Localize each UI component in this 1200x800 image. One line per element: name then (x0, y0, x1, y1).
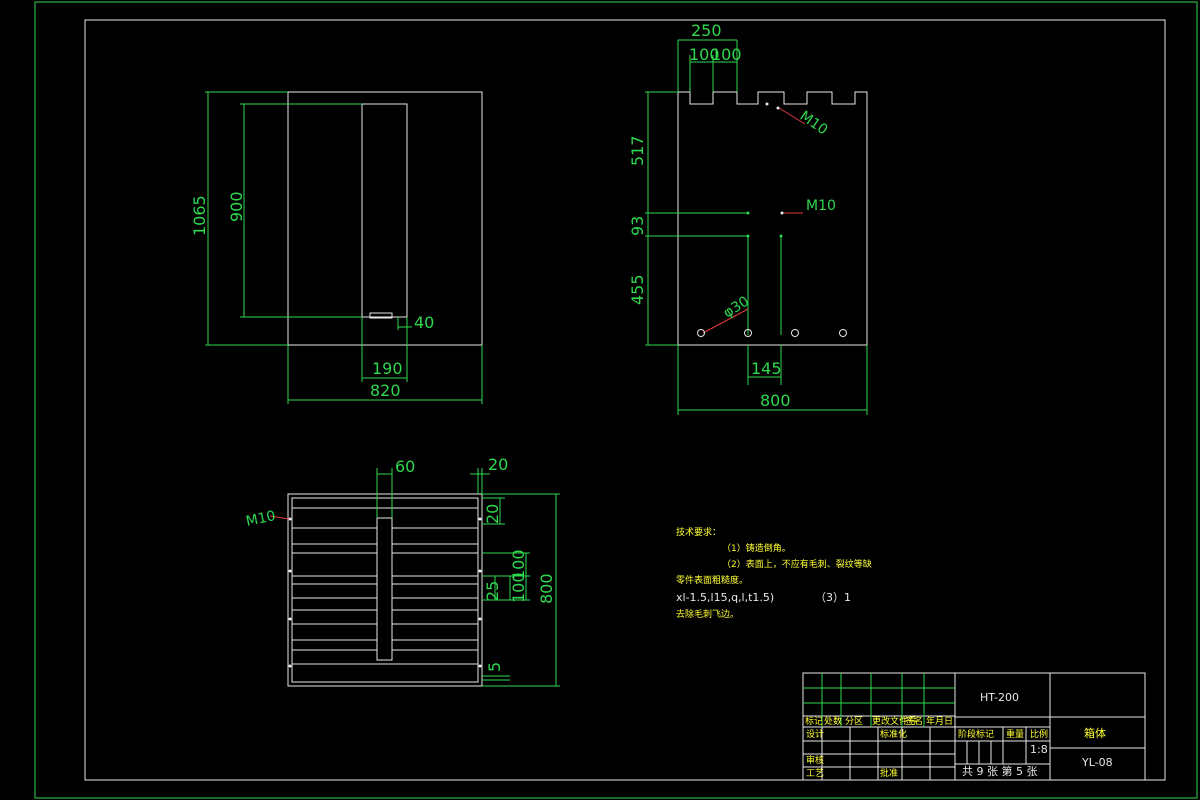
side-dim-width: 800 (760, 391, 791, 410)
side-view: 250 100 100 517 93 455 145 800 M10 M10 φ… (628, 21, 868, 415)
tb-material: HT-200 (980, 691, 1019, 704)
hole-4 (839, 329, 847, 337)
notes-line1: （1）铸造倒角。 (722, 542, 791, 554)
notes-line3: 零件表面粗糙度。 (676, 574, 748, 586)
tb-role-approve: 批准 (880, 767, 898, 779)
side-view-outline (677, 91, 868, 346)
front-dim-gap: 40 (414, 313, 434, 332)
tb-part-name: 箱体 (1084, 726, 1106, 740)
front-view: 1065 900 40 190 820 (190, 91, 483, 404)
cad-drawing: 1065 900 40 190 820 250 100 100 517 93 4… (34, 1, 1198, 799)
top-dim-c: 25 (483, 581, 502, 601)
notes-heading: 技术要求： (676, 526, 721, 538)
side-label-hole: φ30 (721, 293, 752, 321)
side-dim-upper: 517 (628, 135, 647, 166)
inner-frame (84, 19, 1166, 781)
tb-stage-label: 阶段标记 (958, 728, 994, 740)
tb-drawing-no: YL-08 (1081, 756, 1113, 769)
front-dim-slot: 190 (372, 359, 403, 378)
top-dim-bar: 60 (395, 457, 415, 476)
side-dim-top: 250 (691, 21, 722, 40)
front-dim-inner: 900 (227, 191, 246, 222)
side-dim-tab-b: 100 (711, 45, 742, 64)
top-dim-edge-side: 20 (483, 504, 502, 524)
tb-row-label-3: 分区 (845, 716, 863, 727)
top-view-bar (376, 517, 393, 661)
tb-role-standard: 标准化 (880, 728, 907, 740)
front-view-body (287, 91, 483, 346)
tb-row-label-6: 年月日 (926, 715, 953, 727)
side-dim-mid: 93 (628, 216, 647, 236)
notes-line2: （2）表面上，不应有毛刺、裂纹等缺 (722, 558, 872, 570)
tb-role-design: 设计 (806, 728, 824, 740)
notes-line6: 去除毛刺飞边。 (676, 608, 739, 620)
tb-row-label-1: 标记 (805, 715, 823, 727)
side-dim-lower: 455 (628, 274, 647, 305)
tb-sheets: 共 9 张 第 5 张 (962, 764, 1037, 778)
side-label-m10-top: M10 (797, 108, 831, 138)
top-label-m10: M10 (245, 508, 278, 530)
tb-row-label-2: 处数 (824, 715, 842, 727)
tb-scale: 1:8 (1030, 743, 1048, 756)
technical-notes: 技术要求： （1）铸造倒角。 （2）表面上，不应有毛刺、裂纹等缺 零件表面粗糙度… (676, 526, 872, 620)
tb-weight-label: 重量 (1006, 728, 1024, 740)
front-view-slot (361, 103, 408, 318)
tb-role-process: 工艺 (806, 768, 824, 779)
top-view: 60 20 20 100 100 25 5 800 M10 (245, 455, 560, 687)
front-dim-height: 1065 (190, 195, 209, 236)
tb-role-check: 审核 (806, 754, 824, 766)
tb-row-label-5: 签名 (905, 715, 923, 727)
front-dim-width: 820 (370, 381, 401, 400)
outer-frame (34, 1, 1198, 799)
side-dim-spacing: 145 (751, 359, 782, 378)
top-dim-edge: 20 (488, 455, 508, 474)
notes-line5: （3）1 (815, 591, 851, 604)
hole-3 (791, 329, 799, 337)
side-label-m10-mid: M10 (806, 198, 836, 214)
top-dim-d: 5 (485, 662, 504, 672)
tb-scale-label: 比例 (1030, 728, 1048, 740)
top-dim-b: 100 (509, 572, 528, 603)
top-dim-depth: 800 (537, 573, 556, 604)
title-block: 标记 处数 分区 更改文件号 签名 年月日 设计 标准化 审核 工艺 批准 阶段… (802, 672, 1146, 781)
notes-line4: xl-1.5,l15,q,l,t1.5) (676, 591, 774, 604)
